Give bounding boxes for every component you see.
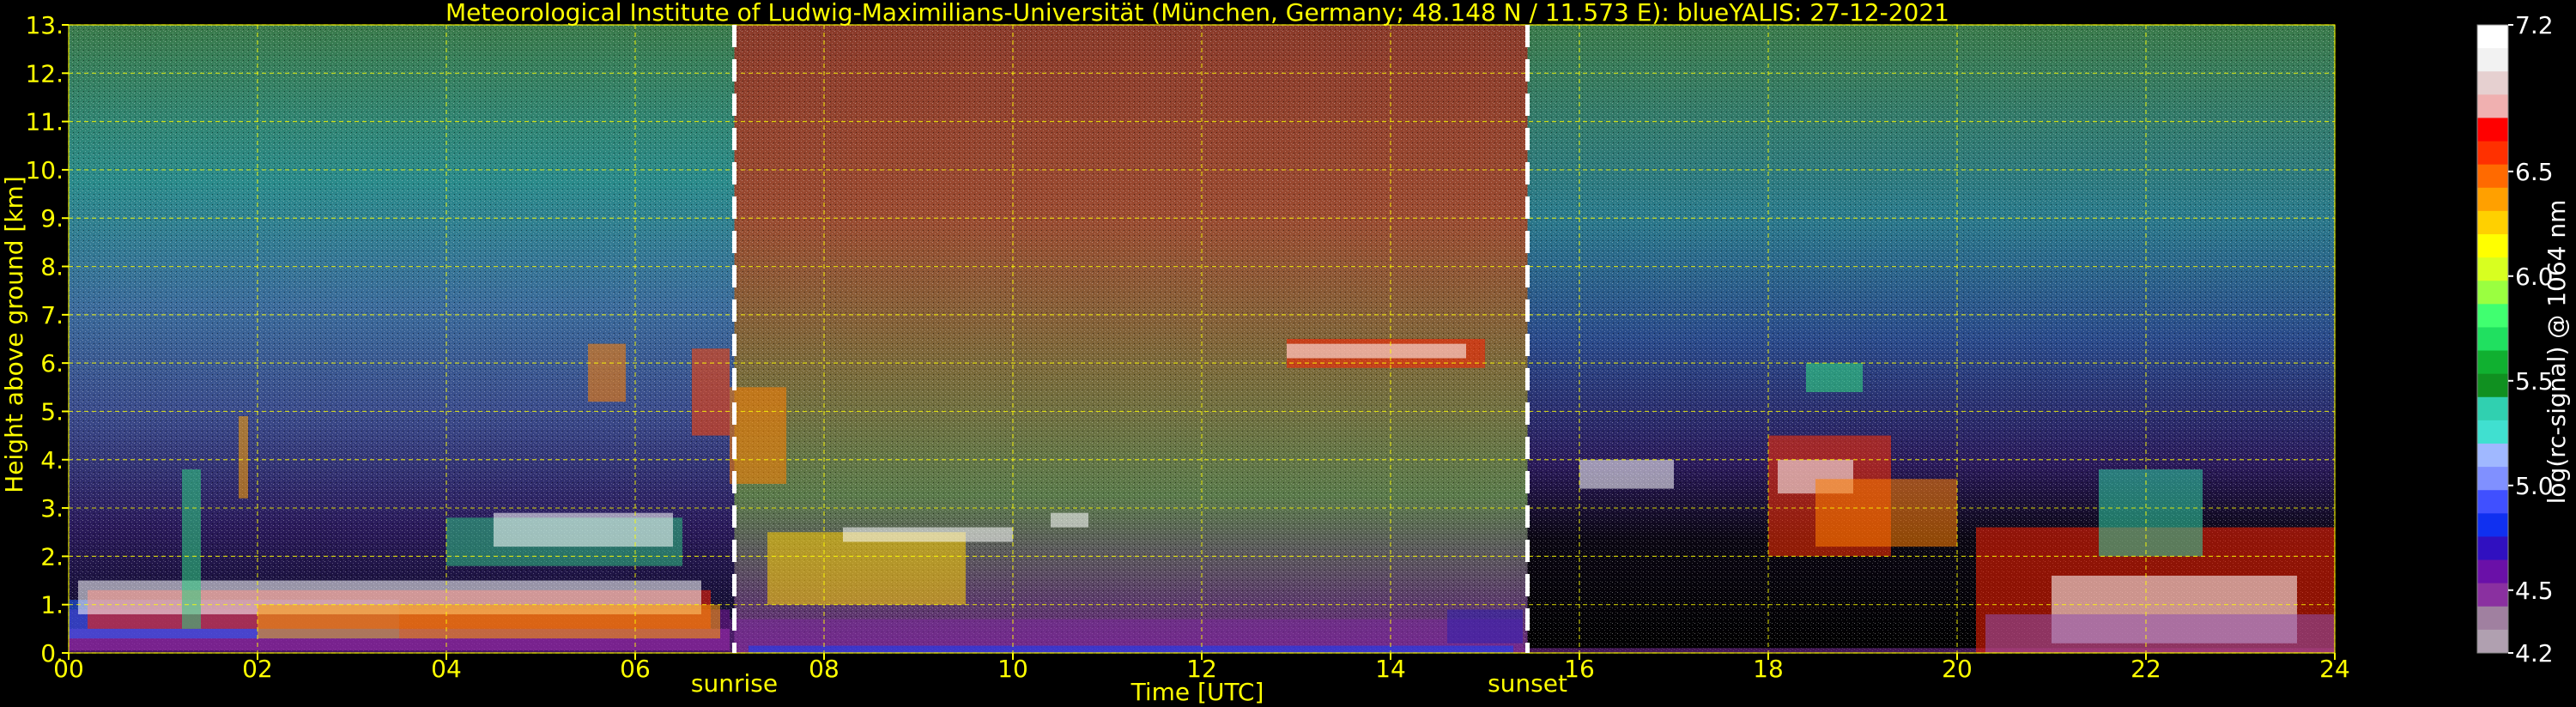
lidar-quicklook-chart: sunrise sunset 00 02 04 06 08 10 12 14 16 18 20 22 24… [0, 0, 2571, 706]
sunrise-label: sunrise [691, 669, 778, 698]
y-tick-label: 11. [25, 108, 64, 136]
aerosol-feature-11 [767, 532, 966, 605]
x-tick-label: 10 [997, 655, 1028, 683]
colorbar-segment [2477, 281, 2508, 305]
x-tick-label: 08 [809, 655, 839, 683]
aerosol-feature-5 [258, 604, 720, 639]
y-tick-label: 9. [40, 204, 64, 233]
y-tick-label: 10. [25, 156, 64, 184]
y-tick-label: 13. [25, 11, 64, 39]
y-tick-label: 6. [40, 349, 64, 378]
colorbar-segment [2477, 490, 2508, 514]
x-axis-label: Time [UTC] [1130, 678, 1264, 706]
colorbar-segment [2477, 373, 2508, 398]
colorbar-segment [2477, 420, 2508, 444]
colorbar-segment [2477, 71, 2508, 95]
y-tick-label: 7. [40, 301, 64, 329]
colorbar-segment [2477, 536, 2508, 561]
x-tick-label: 24 [2319, 655, 2350, 683]
y-tick-label: 0. [40, 639, 64, 668]
sunset-label: sunset [1488, 669, 1567, 698]
aerosol-feature-7 [494, 512, 673, 547]
y-axis: 0. 1. 2. 3. 4. 5. 6. 7. 8. 9. 10. 11. 12. 13. [25, 11, 69, 668]
y-tick-label: 5. [40, 397, 64, 426]
colorbar-segment [2477, 187, 2508, 212]
y-tick-label: 12. [25, 59, 64, 88]
aerosol-feature-9 [730, 387, 786, 484]
x-tick-label: 18 [1753, 655, 1784, 683]
colorbar-label: log(rc-signal) @ 1064 nm [2543, 200, 2571, 505]
colorbar-segment [2477, 118, 2508, 142]
aerosol-feature-25 [1985, 613, 2335, 653]
colorbar-segment [2477, 210, 2508, 235]
x-tick-label: 22 [2131, 655, 2161, 683]
aerosol-feature-27 [1579, 459, 1674, 489]
x-tick-label: 02 [242, 655, 273, 683]
aerosol-feature-22 [1806, 363, 1863, 392]
y-tick-label: 8. [40, 253, 64, 281]
aerosol-feature-12 [843, 527, 1013, 542]
aerosol-feature-28 [588, 343, 626, 402]
colorbar-segment [2477, 559, 2508, 584]
colorbar-tick-label: 4.5 [2515, 577, 2554, 605]
colorbar-segment [2477, 304, 2508, 328]
y-tick-label: 4. [40, 446, 64, 474]
aerosol-feature-16 [1447, 609, 1523, 644]
colorbar-segment [2477, 606, 2508, 631]
aerosol-feature-13 [1051, 512, 1088, 528]
colorbar-segment [2477, 444, 2508, 468]
x-tick-label: 06 [620, 655, 651, 683]
x-tick-label: 04 [431, 655, 462, 683]
colorbar-segment [2477, 141, 2508, 166]
colorbar-segment [2477, 327, 2508, 352]
colorbar-segment [2477, 94, 2508, 118]
colorbar-segment [2477, 164, 2508, 189]
colorbar-segment [2477, 583, 2508, 607]
aerosol-feature-17 [749, 645, 1513, 653]
colorbar-segment [2477, 234, 2508, 258]
y-axis-label: Height above ground [km] [0, 176, 28, 493]
chart-title: Meteorological Institute of Ludwig-Maxim… [445, 0, 1949, 27]
aerosol-feature-8 [692, 348, 730, 436]
aerosol-feature-21 [1815, 479, 1957, 547]
aerosol-feature-30 [239, 416, 248, 499]
colorbar-segment [2477, 257, 2508, 281]
colorbar-segment [2477, 25, 2508, 49]
y-tick-label: 3. [40, 494, 64, 523]
aerosol-feature-26 [2099, 469, 2203, 557]
colorbar-segment [2477, 513, 2508, 537]
colorbar-segment [2477, 396, 2508, 421]
y-tick-label: 1. [40, 591, 64, 619]
aerosol-feature-15 [1287, 343, 1466, 359]
x-tick-label: 16 [1564, 655, 1595, 683]
colorbar-tick-label: 4.2 [2515, 639, 2554, 668]
y-tick-label: 2. [40, 542, 64, 571]
colorbar-segment [2477, 48, 2508, 72]
colorbar-segment [2477, 467, 2508, 491]
x-tick-label: 20 [1942, 655, 1973, 683]
colorbar-tick-label: 7.2 [2515, 11, 2554, 39]
colorbar-tick-label: 6.5 [2515, 158, 2554, 186]
colorbar-segment [2477, 350, 2508, 375]
x-tick-label: 14 [1375, 655, 1406, 683]
colorbar-segment [2477, 629, 2508, 654]
